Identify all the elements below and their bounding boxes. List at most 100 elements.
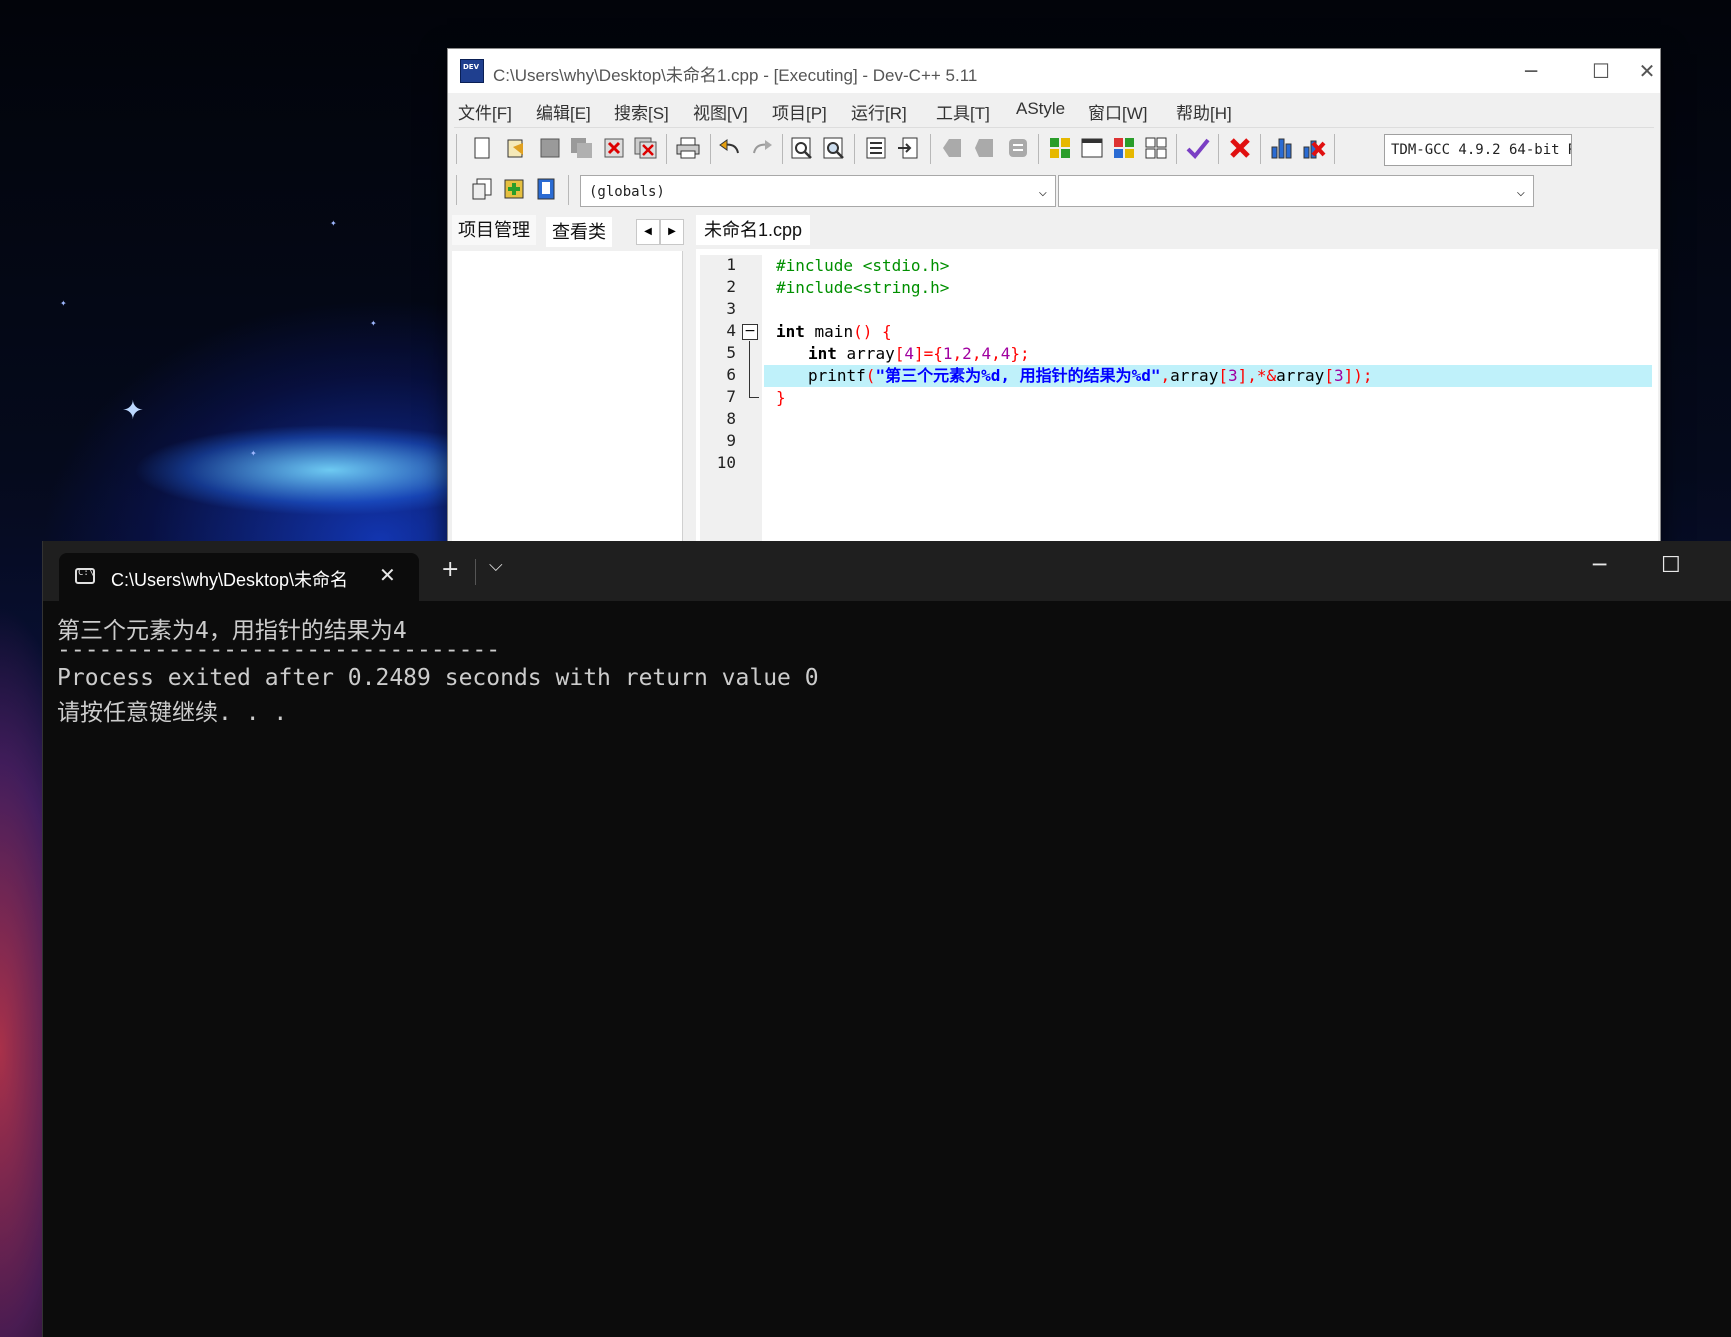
profile-icon[interactable] [1270, 136, 1294, 160]
terminal-icon: C:\ [75, 568, 95, 584]
minimize-button[interactable]: ─ [1593, 553, 1606, 578]
comment-icon[interactable] [1006, 136, 1030, 160]
terminal-tab-title: C:\Users\why\Desktop\未命名 [111, 570, 349, 590]
devcpp-app-icon: DEV [460, 59, 484, 83]
indent-icon[interactable] [864, 136, 888, 160]
menubar: 文件[F] 编辑[E] 搜索[S] 视图[V] 项目[P] 运行[R] 工具[T… [448, 93, 1660, 125]
star-decoration: ✦ [330, 219, 337, 228]
menu-view[interactable]: 视图[V] [693, 99, 748, 124]
compiler-select[interactable]: TDM-GCC 4.9.2 64-bit Release [1384, 134, 1572, 166]
code-text-area[interactable]: #include <stdio.h> #include<string.h> in… [762, 255, 1658, 569]
toolbar-separator [930, 134, 931, 164]
terminal-output[interactable]: 第三个元素为4，用指针的结果为4 -----------------------… [57, 611, 1717, 1331]
symbol-dropdown[interactable]: ⌵ [1058, 175, 1534, 207]
line-number: 5 [726, 343, 736, 362]
toolbar-separator [1176, 134, 1177, 164]
unindent-icon[interactable] [896, 136, 920, 160]
remove-from-project-icon[interactable] [534, 177, 558, 201]
menu-search[interactable]: 搜索[S] [614, 99, 669, 124]
rebuild-icon[interactable] [1144, 136, 1168, 160]
output-separator: -------------------------------- [57, 637, 501, 663]
delete-profile-icon[interactable] [1302, 136, 1326, 160]
code-line-4: int main() { [776, 322, 892, 341]
run-icon[interactable] [1080, 136, 1104, 160]
minimize-button[interactable]: ─ [1508, 57, 1554, 85]
line-number: 3 [726, 299, 736, 318]
add-to-project-icon[interactable] [502, 177, 526, 201]
tab-scroll-left-button[interactable]: ◀ [636, 219, 660, 245]
main-toolbar: TDM-GCC 4.9.2 64-bit Release [454, 127, 1654, 170]
line-number: 7 [726, 387, 736, 406]
redo-icon[interactable] [750, 136, 774, 160]
line-number: 8 [726, 409, 736, 428]
menu-project[interactable]: 项目[P] [772, 99, 827, 124]
line-number: 1 [726, 255, 736, 274]
open-icon[interactable] [504, 136, 528, 160]
code-line-7: } [776, 388, 786, 407]
star-decoration: ✦ [60, 299, 67, 308]
toolbar-separator [854, 134, 855, 164]
replace-icon[interactable] [822, 136, 846, 160]
compile-run-icon[interactable] [1112, 136, 1136, 160]
tab-class-browser[interactable]: 查看类 [546, 217, 612, 247]
compile-icon[interactable] [1048, 136, 1072, 160]
line-number: 2 [726, 277, 736, 296]
fold-toggle-icon[interactable]: − [742, 324, 758, 340]
close-window-button[interactable]: ✕ [1624, 57, 1670, 85]
new-tab-button[interactable]: + [441, 557, 459, 582]
syntax-check-icon[interactable] [1186, 136, 1210, 160]
save-icon[interactable] [538, 136, 562, 160]
toolbar-separator [710, 134, 711, 164]
editor-tab-file[interactable]: 未命名1.cpp [696, 215, 811, 245]
close-icon[interactable] [602, 136, 626, 160]
menu-astyle[interactable]: AStyle [1016, 99, 1065, 119]
terminal-titlebar[interactable]: C:\ C:\Users\why\Desktop\未命名 ✕ + ⌵ ─ ☐ [43, 541, 1731, 601]
fold-line [749, 341, 750, 397]
menu-window[interactable]: 窗口[W] [1088, 99, 1148, 124]
print-icon[interactable] [676, 136, 700, 160]
bookmark-prev-icon[interactable] [940, 136, 964, 160]
maximize-button[interactable]: ☐ [1661, 553, 1681, 578]
line-number: 10 [716, 453, 736, 472]
line-number: 9 [726, 431, 736, 450]
new-file-icon[interactable] [470, 136, 494, 160]
editor-tabbar: 未命名1.cpp [696, 209, 1658, 249]
code-line-6: printf("第三个元素为%d, 用指针的结果为%d",array[3],*&… [808, 366, 1373, 385]
stop-execution-icon[interactable] [1228, 136, 1252, 160]
scope-dropdown[interactable]: (globals) ⌵ [580, 175, 1056, 207]
menu-edit[interactable]: 编辑[E] [536, 99, 591, 124]
code-line-2: #include<string.h> [776, 278, 950, 297]
menu-run[interactable]: 运行[R] [851, 99, 907, 124]
menu-file[interactable]: 文件[F] [458, 99, 512, 124]
chevron-down-icon: ⌵ [1038, 184, 1047, 200]
fold-line-end [749, 397, 759, 398]
window-title: C:\Users\why\Desktop\未命名1.cpp - [Executi… [493, 66, 978, 85]
code-line-1: #include <stdio.h> [776, 256, 950, 275]
star-decoration: ✦ [122, 396, 144, 426]
find-icon[interactable] [790, 136, 814, 160]
titlebar-divider [475, 559, 476, 585]
secondary-toolbar: (globals) ⌵ ⌵ [454, 169, 1654, 211]
close-tab-button[interactable]: ✕ [379, 563, 396, 587]
star-decoration: ✦ [370, 319, 377, 328]
menu-tools[interactable]: 工具[T] [936, 99, 990, 124]
toolbar-separator [1218, 134, 1219, 164]
new-project-icon[interactable] [470, 177, 494, 201]
code-editor: 未命名1.cpp 1 2 3 4 5 6 7 8 9 10 − #include… [696, 209, 1658, 569]
tab-dropdown-button[interactable]: ⌵ [489, 555, 503, 576]
maximize-button[interactable]: ☐ [1578, 57, 1624, 85]
toolbar-separator [666, 134, 667, 164]
close-all-icon[interactable] [634, 136, 658, 160]
terminal-tab[interactable]: C:\ C:\Users\why\Desktop\未命名 ✕ [59, 553, 419, 601]
star-decoration: ✦ [250, 449, 257, 458]
tab-project-manager[interactable]: 项目管理 [452, 215, 536, 245]
output-line: Process exited after 0.2489 seconds with… [57, 665, 819, 691]
save-all-icon[interactable] [570, 136, 594, 160]
bookmark-next-icon[interactable] [972, 136, 996, 160]
devcpp-titlebar[interactable]: DEV C:\Users\why\Desktop\未命名1.cpp - [Exe… [448, 49, 1660, 93]
tab-scroll-right-button[interactable]: ▶ [660, 219, 684, 245]
project-tree[interactable] [452, 251, 683, 571]
undo-icon[interactable] [718, 136, 742, 160]
menu-help[interactable]: 帮助[H] [1176, 99, 1232, 124]
line-number-gutter: 1 2 3 4 5 6 7 8 9 10 − [700, 255, 762, 569]
